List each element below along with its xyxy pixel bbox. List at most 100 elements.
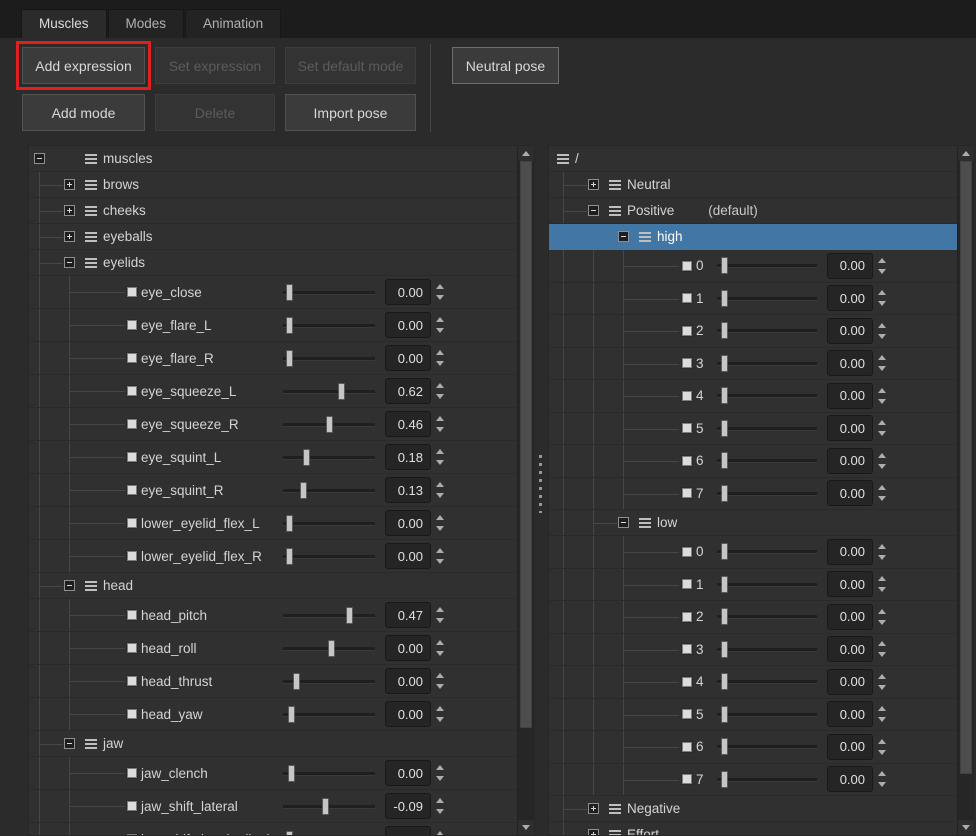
spin-down-button[interactable] xyxy=(433,325,447,336)
checkbox[interactable] xyxy=(681,773,693,785)
parameter-row[interactable]: 60.00 xyxy=(549,731,957,764)
slider-handle[interactable] xyxy=(288,765,295,782)
checkbox[interactable] xyxy=(126,550,138,562)
tree-group-row[interactable]: eyeballs xyxy=(29,224,517,250)
parameter-row[interactable]: eye_squeeze_L0.62 xyxy=(29,375,517,408)
expand-toggle-icon[interactable] xyxy=(64,205,75,216)
checkbox[interactable] xyxy=(126,767,138,779)
slider[interactable] xyxy=(717,387,817,404)
spin-up-button[interactable] xyxy=(875,606,889,617)
scroll-down-button[interactable] xyxy=(958,820,974,835)
spin-down-button[interactable] xyxy=(875,428,889,439)
tree-group-row[interactable]: low xyxy=(549,510,957,536)
spin-value-field[interactable]: 0.00 xyxy=(827,734,873,760)
spin-down-button[interactable] xyxy=(875,363,889,374)
add-mode-button[interactable]: Add mode xyxy=(22,94,145,131)
checkbox[interactable] xyxy=(126,675,138,687)
collapse-toggle-icon[interactable] xyxy=(64,580,75,591)
parameter-row[interactable]: 20.00 xyxy=(549,601,957,634)
spin-up-button[interactable] xyxy=(433,281,447,292)
parameter-row[interactable]: 70.00 xyxy=(549,764,957,797)
checkbox[interactable] xyxy=(681,260,693,272)
slider-handle[interactable] xyxy=(286,548,293,565)
checkbox[interactable] xyxy=(681,357,693,369)
spin-down-button[interactable] xyxy=(875,331,889,342)
parameter-row[interactable]: eye_squint_L0.18 xyxy=(29,441,517,474)
spin-up-button[interactable] xyxy=(433,828,447,835)
tree-group-row[interactable]: Negative xyxy=(549,796,957,822)
parameter-row[interactable]: 30.00 xyxy=(549,348,957,381)
parameter-row[interactable]: jaw_shift_lateral-0.09 xyxy=(29,790,517,823)
parameter-row[interactable]: 10.00 xyxy=(549,569,957,602)
scrollbar-track[interactable] xyxy=(958,161,974,820)
checkbox[interactable] xyxy=(681,708,693,720)
spin-up-button[interactable] xyxy=(433,637,447,648)
scroll-down-button[interactable] xyxy=(518,820,534,835)
spin-down-button[interactable] xyxy=(433,556,447,567)
spin-down-button[interactable] xyxy=(875,552,889,563)
parameter-row[interactable]: head_yaw0.00 xyxy=(29,698,517,731)
slider-handle[interactable] xyxy=(328,640,335,657)
parameter-row[interactable]: 00.00 xyxy=(549,250,957,283)
slider-handle[interactable] xyxy=(286,350,293,367)
spin-up-button[interactable] xyxy=(875,417,889,428)
tree-group-row[interactable]: jaw xyxy=(29,731,517,757)
slider[interactable] xyxy=(283,449,375,466)
parameter-row[interactable]: 30.00 xyxy=(549,634,957,667)
spin-value-field[interactable]: 0.00 xyxy=(827,448,873,474)
tree-group-row[interactable]: cheeks xyxy=(29,198,517,224)
parameter-row[interactable]: 40.00 xyxy=(549,380,957,413)
slider[interactable] xyxy=(717,673,817,690)
spin-down-button[interactable] xyxy=(875,396,889,407)
spin-value-field[interactable]: 0.00 xyxy=(385,668,431,694)
checkbox[interactable] xyxy=(126,286,138,298)
slider[interactable] xyxy=(717,771,817,788)
checkbox[interactable] xyxy=(126,352,138,364)
parameter-row[interactable]: 10.00 xyxy=(549,283,957,316)
expand-toggle-icon[interactable] xyxy=(588,179,599,190)
spin-down-button[interactable] xyxy=(433,806,447,817)
spin-up-button[interactable] xyxy=(875,320,889,331)
checkbox[interactable] xyxy=(681,578,693,590)
slider[interactable] xyxy=(283,673,375,690)
parameter-row[interactable]: 40.00 xyxy=(549,666,957,699)
checkbox[interactable] xyxy=(681,676,693,688)
spin-up-button[interactable] xyxy=(875,541,889,552)
scrollbar-thumb[interactable] xyxy=(520,161,532,728)
spin-value-field[interactable]: 0.00 xyxy=(827,383,873,409)
checkbox[interactable] xyxy=(681,422,693,434)
spin-value-field[interactable]: 0.00 xyxy=(827,604,873,630)
spin-down-button[interactable] xyxy=(433,391,447,402)
tree-root-row[interactable]: muscles xyxy=(29,146,517,172)
spin-up-button[interactable] xyxy=(433,512,447,523)
expand-toggle-icon[interactable] xyxy=(588,829,599,835)
slider-handle[interactable] xyxy=(721,673,728,690)
slider-handle[interactable] xyxy=(721,485,728,502)
slider[interactable] xyxy=(283,350,375,367)
spin-value-field[interactable]: 0.00 xyxy=(827,318,873,344)
slider-handle[interactable] xyxy=(721,576,728,593)
checkbox[interactable] xyxy=(681,643,693,655)
spin-value-field[interactable]: -0.09 xyxy=(385,793,431,819)
spin-up-button[interactable] xyxy=(875,736,889,747)
spin-up-button[interactable] xyxy=(433,604,447,615)
spin-up-button[interactable] xyxy=(875,638,889,649)
spin-up-button[interactable] xyxy=(433,795,447,806)
spin-down-button[interactable] xyxy=(875,747,889,758)
slider-handle[interactable] xyxy=(721,452,728,469)
parameter-row[interactable]: eye_squint_R0.13 xyxy=(29,474,517,507)
checkbox[interactable] xyxy=(126,517,138,529)
parameter-row[interactable]: head_roll0.00 xyxy=(29,632,517,665)
parameter-row[interactable]: 50.00 xyxy=(549,413,957,446)
checkbox[interactable] xyxy=(126,418,138,430)
tree-group-row[interactable]: high xyxy=(549,224,957,250)
spin-down-button[interactable] xyxy=(875,266,889,277)
slider[interactable] xyxy=(717,641,817,658)
slider-handle[interactable] xyxy=(721,706,728,723)
checkbox[interactable] xyxy=(126,833,138,835)
scroll-up-button[interactable] xyxy=(518,146,534,161)
spin-value-field[interactable]: 0.00 xyxy=(385,635,431,661)
spin-down-button[interactable] xyxy=(433,648,447,659)
parameter-row[interactable]: eye_close0.00 xyxy=(29,276,517,309)
parameter-row[interactable]: eye_flare_L0.00 xyxy=(29,309,517,342)
